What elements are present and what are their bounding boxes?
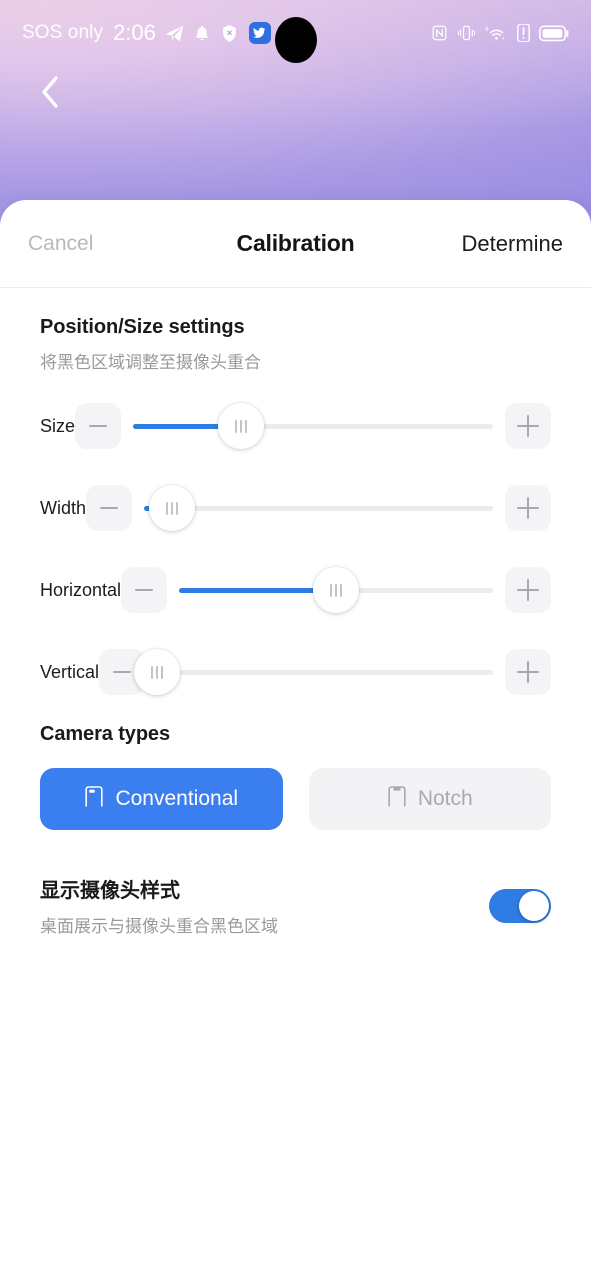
vertical-slider[interactable] [134, 649, 493, 695]
plus-icon [517, 497, 539, 519]
slider-thumb[interactable] [313, 567, 360, 613]
toggle-knob [519, 890, 549, 921]
camera-type-notch-button[interactable]: Notch [308, 768, 551, 830]
minus-icon [113, 671, 132, 673]
status-bar-right: 6 + [431, 24, 569, 42]
display-camera-style-toggle[interactable] [489, 888, 551, 923]
svg-text:+: + [502, 36, 505, 42]
position-size-section: Position/Size settings 将黑色区域调整至摄像头重合 Siz… [0, 288, 591, 703]
slider-thumb[interactable] [218, 403, 264, 449]
plus-icon [517, 579, 539, 601]
bird-app-icon [248, 22, 271, 44]
camera-type-conventional-button[interactable]: Conventional [40, 768, 283, 830]
slider-row-width: Width [40, 477, 551, 539]
slider-row-vertical: Vertical [40, 641, 551, 703]
slider-track [157, 670, 493, 675]
camera-type-notch-label: Notch [417, 787, 473, 810]
slider-row-size: Size [40, 395, 551, 457]
horizontal-slider[interactable] [179, 567, 493, 613]
camera-types-title: Camera types [40, 723, 170, 745]
minus-icon [89, 425, 108, 427]
slider-label-size: Size [40, 415, 76, 436]
slider-list: Size Width Horizontal Vertical [40, 395, 551, 703]
calibration-sheet: Cancel Calibration Determine Position/Si… [0, 200, 591, 1280]
size-slider[interactable] [133, 403, 493, 449]
vertical-increment-button[interactable] [505, 649, 551, 695]
back-chevron-icon [39, 75, 61, 114]
notch-camera-icon [387, 785, 407, 813]
position-size-title: Position/Size settings [40, 316, 245, 338]
display-camera-style-texts: 显示摄像头样式 桌面展示与摄像头重合黑色区域 [40, 874, 489, 937]
determine-button[interactable]: Determine [460, 225, 565, 263]
width-decrement-button[interactable] [86, 485, 133, 531]
slider-label-horizontal: Horizontal [40, 579, 122, 600]
horizontal-decrement-button[interactable] [121, 567, 168, 613]
minus-icon [100, 507, 119, 509]
size-decrement-button[interactable] [75, 403, 122, 449]
display-camera-style-row[interactable]: 显示摄像头样式 桌面展示与摄像头重合黑色区域 [0, 874, 591, 937]
sheet-header: Cancel Calibration Determine [0, 200, 591, 288]
alert-icon [517, 24, 530, 42]
back-button[interactable] [28, 72, 72, 116]
nfc-icon [431, 24, 448, 42]
telegram-icon [164, 23, 185, 44]
slider-label-width: Width [40, 497, 87, 518]
slider-thumb[interactable] [148, 485, 195, 531]
slider-row-horizontal: Horizontal [40, 559, 551, 621]
plus-icon [517, 415, 539, 437]
camera-type-conventional-label: Conventional [115, 787, 239, 810]
shield-icon [219, 22, 241, 44]
size-increment-button[interactable] [505, 403, 551, 449]
punch-hole-camera-icon [84, 785, 104, 813]
camera-types-section: Camera types Conventional Notch [0, 723, 591, 830]
status-bar-left: SOS only 2:06 [22, 20, 301, 46]
plus-icon [517, 661, 539, 683]
clock-label: 2:06 [113, 20, 156, 45]
battery-icon [539, 25, 569, 42]
position-size-subtitle: 将黑色区域调整至摄像头重合 [40, 353, 261, 372]
minus-icon [135, 589, 154, 591]
slider-track [144, 506, 493, 511]
width-increment-button[interactable] [505, 485, 551, 531]
wifi6-icon: 6 + [485, 24, 508, 42]
carrier-label: SOS only [22, 22, 104, 43]
slider-thumb[interactable] [134, 649, 181, 695]
camera-type-options: Conventional Notch [40, 768, 551, 830]
camera-punch-hole [275, 17, 317, 63]
display-camera-style-title: 显示摄像头样式 [40, 880, 180, 902]
bell-icon [193, 24, 211, 43]
slider-label-vertical: Vertical [40, 661, 100, 682]
svg-text:6: 6 [485, 27, 489, 33]
vibrate-icon [457, 24, 476, 42]
display-camera-style-subtitle: 桌面展示与摄像头重合黑色区域 [40, 917, 278, 936]
horizontal-increment-button[interactable] [505, 567, 551, 613]
width-slider[interactable] [144, 485, 493, 531]
